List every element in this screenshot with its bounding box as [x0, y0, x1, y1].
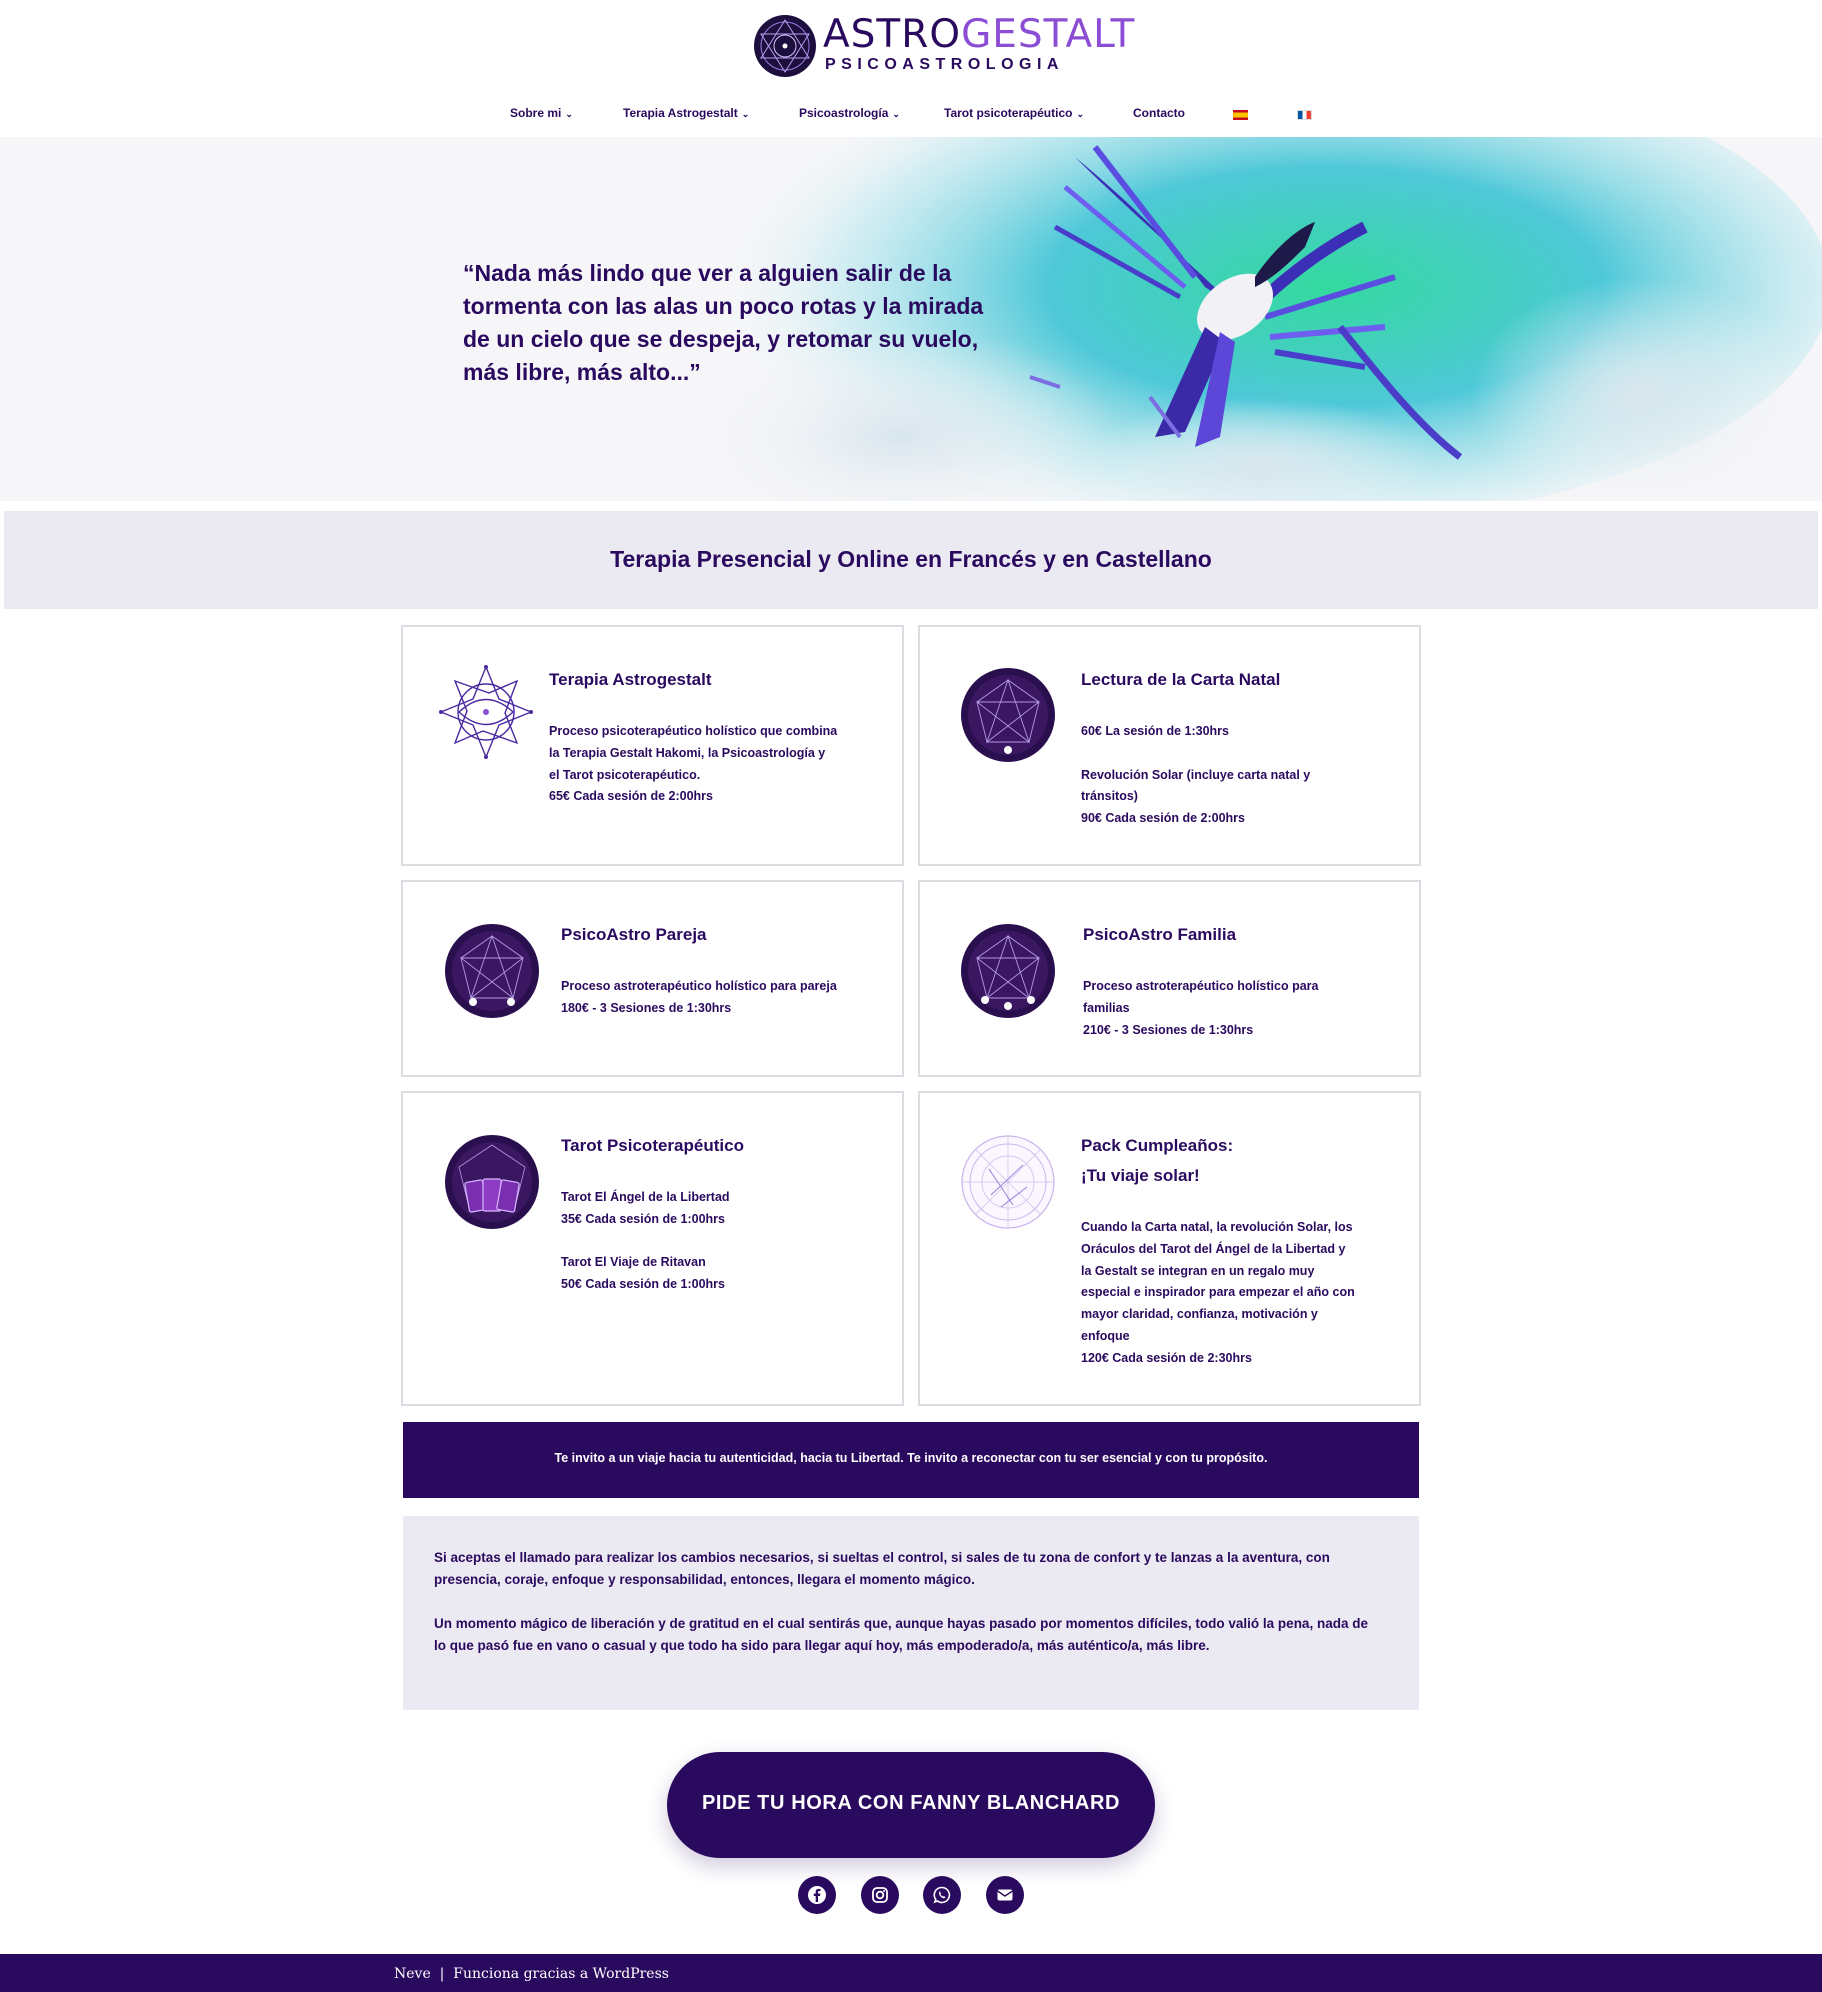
- couple-icon: [445, 924, 539, 1018]
- card-line: 120€ Cada sesión de 2:30hrs: [1081, 1350, 1252, 1365]
- nav-label: Sobre mi: [510, 106, 562, 120]
- french-flag-icon[interactable]: [1297, 110, 1312, 120]
- service-card-terapia-astrogestalt[interactable]: Terapia Astrogestalt Proceso psicoterapé…: [401, 625, 904, 866]
- banner-title: Terapia Presencial y Online en Francés y…: [610, 546, 1212, 572]
- card-description: 60€ La sesión de 1:30hrs Revolución Sola…: [1081, 721, 1310, 830]
- card-line: la Gestalt se integran en un regalo muy: [1081, 1263, 1315, 1278]
- nav-label: Terapia Astrogestalt: [623, 106, 738, 120]
- footer-separator: |: [439, 1966, 445, 1982]
- site-footer: Neve | Funciona gracias a WordPress: [0, 1954, 1822, 1992]
- nav-label: Tarot psicoterapéutico: [944, 106, 1073, 120]
- card-line: Tarot El Ángel de la Libertad: [561, 1190, 730, 1204]
- card-line: mayor claridad, confianza, motivación y: [1081, 1307, 1318, 1322]
- nav-item-sobre-mi[interactable]: Sobre mi ⌄: [510, 106, 573, 120]
- card-line: tránsitos): [1081, 789, 1138, 804]
- card-line: enfoque: [1081, 1328, 1130, 1343]
- card-title: PsicoAstro Familia: [1083, 925, 1237, 944]
- card-line: Proceso astroterapéutico holístico para …: [561, 979, 837, 993]
- footer-theme-link[interactable]: Neve: [394, 1966, 431, 1982]
- service-card-tarot[interactable]: Tarot Psicoterapéutico Tarot El Ángel de…: [401, 1091, 904, 1406]
- card-line-spacer: [561, 1231, 730, 1253]
- card-description: Cuando la Carta natal, la revolución Sol…: [1081, 1217, 1355, 1370]
- card-line: 65€ Cada sesión de 2:00hrs: [549, 789, 713, 804]
- book-appointment-button[interactable]: PIDE TU HORA CON FANNY BLANCHARD: [667, 1752, 1155, 1858]
- cta-label: PIDE TU HORA CON FANNY BLANCHARD: [701, 1792, 1121, 1814]
- logo-title-part2: GESTALT: [961, 12, 1136, 57]
- paragraph: Un momento mágico de liberación y de gra…: [434, 1616, 1368, 1653]
- card-subtitle: ¡Tu viaje solar!: [1081, 1166, 1200, 1185]
- footer-credits: Neve | Funciona gracias a WordPress: [394, 1966, 669, 1982]
- card-line: el Tarot psicoterapéutico.: [549, 767, 701, 782]
- main-navigation: Sobre mi ⌄ Terapia Astrogestalt ⌄ Psicoast…: [0, 106, 1822, 126]
- email-link[interactable]: [986, 1876, 1024, 1914]
- card-line: Proceso psicoterapéutico holístico que c…: [549, 724, 838, 738]
- service-card-familia[interactable]: PsicoAstro Familia Proceso astroterapéut…: [918, 880, 1421, 1077]
- service-card-pareja[interactable]: PsicoAstro Pareja Proceso astroterapéuti…: [401, 880, 904, 1077]
- nav-item-tarot[interactable]: Tarot psicoterapéutico ⌄: [944, 106, 1084, 120]
- card-description: Proceso astroterapéutico holístico para …: [561, 976, 837, 1020]
- card-line: especial e inspirador para empezar el añ…: [1081, 1285, 1355, 1300]
- nav-label: Contacto: [1133, 106, 1185, 120]
- chevron-down-icon: ⌄: [565, 109, 573, 119]
- card-line: la Terapia Gestalt Hakomi, la Psicoastro…: [549, 745, 826, 760]
- card-line: Tarot El Viaje de Ritavan: [561, 1255, 706, 1270]
- tarot-cards-icon: [445, 1135, 539, 1229]
- instagram-icon: [872, 1887, 888, 1903]
- hero-quote: “Nada más lindo que ver a alguien salir …: [463, 260, 984, 385]
- chevron-down-icon: ⌄: [892, 109, 900, 119]
- card-description: Proceso psicoterapéutico holístico que c…: [549, 721, 837, 808]
- nav-item-contacto[interactable]: Contacto: [1133, 106, 1185, 120]
- spanish-flag-icon[interactable]: [1233, 110, 1248, 120]
- chevron-down-icon: ⌄: [1076, 109, 1085, 119]
- instagram-link[interactable]: [861, 1876, 899, 1914]
- hero-section: “Nada más lindo que ver a alguien salir …: [0, 137, 1822, 501]
- card-title: Terapia Astrogestalt: [549, 670, 712, 689]
- card-title: Tarot Psicoterapéutico: [561, 1136, 744, 1155]
- card-line: 60€ La sesión de 1:30hrs: [1081, 724, 1229, 738]
- logo-subtitle: PSICOASTROLOGIA: [825, 56, 1064, 73]
- logo-mandala-icon: [754, 15, 816, 77]
- card-line: 180€ - 3 Sesiones de 1:30hrs: [561, 1000, 732, 1015]
- email-icon: [997, 1889, 1013, 1901]
- site-logo[interactable]: ASTROGESTALT PSICOASTROLOGIA: [753, 12, 1134, 80]
- logo-title: ASTROGESTALT: [823, 12, 1135, 58]
- service-card-carta-natal[interactable]: Lectura de la Carta Natal 60€ La sesión …: [918, 625, 1421, 866]
- card-line: 90€ Cada sesión de 2:00hrs: [1081, 811, 1245, 826]
- invite-bar: Te invito a un viaje hacia tu autenticid…: [403, 1422, 1419, 1498]
- card-line: 50€ Cada sesión de 1:00hrs: [561, 1277, 725, 1292]
- invite-text: Te invito a un viaje hacia tu autenticid…: [554, 1451, 1268, 1465]
- whatsapp-icon: [933, 1886, 951, 1904]
- nav-item-terapia-astrogestalt[interactable]: Terapia Astrogestalt ⌄: [623, 106, 749, 120]
- facebook-icon: [808, 1886, 826, 1904]
- service-card-pack-cumpleanos[interactable]: Pack Cumpleaños: ¡Tu viaje solar! Cuando…: [918, 1091, 1421, 1406]
- footer-wordpress-link[interactable]: Funciona gracias a WordPress: [453, 1966, 669, 1982]
- card-title: Lectura de la Carta Natal: [1081, 670, 1281, 689]
- astrology-wheel-icon: [961, 1135, 1055, 1229]
- intro-paragraphs: Si aceptas el llamado para realizar los …: [403, 1516, 1419, 1710]
- nav-item-psicoastrologia[interactable]: Psicoastrología ⌄: [799, 106, 900, 120]
- star-mandala-icon: [439, 665, 533, 759]
- card-title: Pack Cumpleaños:: [1081, 1136, 1234, 1155]
- services-banner: Terapia Presencial y Online en Francés y…: [4, 511, 1818, 609]
- card-description: Proceso astroterapéutico holístico para …: [1083, 976, 1319, 1041]
- logo-title-part1: ASTRO: [823, 12, 962, 57]
- family-icon: [961, 924, 1055, 1018]
- natal-chart-icon: [961, 668, 1055, 762]
- card-description: Tarot El Ángel de la Libertad 35€ Cada s…: [561, 1187, 730, 1296]
- card-line: Proceso astroterapéutico holístico para: [1083, 979, 1319, 993]
- chevron-down-icon: ⌄: [741, 109, 750, 119]
- card-line: Revolución Solar (incluye carta natal y: [1081, 767, 1311, 782]
- whatsapp-link[interactable]: [923, 1876, 961, 1914]
- paragraph: Si aceptas el llamado para realizar los …: [434, 1550, 1330, 1587]
- card-line: Cuando la Carta natal, la revolución Sol…: [1081, 1220, 1353, 1234]
- card-line-spacer: [1081, 743, 1310, 765]
- card-title: PsicoAstro Pareja: [561, 925, 707, 944]
- facebook-link[interactable]: [798, 1876, 836, 1914]
- nav-label: Psicoastrología: [799, 106, 889, 120]
- card-line: 210€ - 3 Sesiones de 1:30hrs: [1083, 1022, 1254, 1037]
- card-line: Oráculos del Tarot del Ángel de la Liber…: [1081, 1241, 1346, 1256]
- card-line: familias: [1083, 1000, 1130, 1015]
- card-line: 35€ Cada sesión de 1:00hrs: [561, 1211, 725, 1226]
